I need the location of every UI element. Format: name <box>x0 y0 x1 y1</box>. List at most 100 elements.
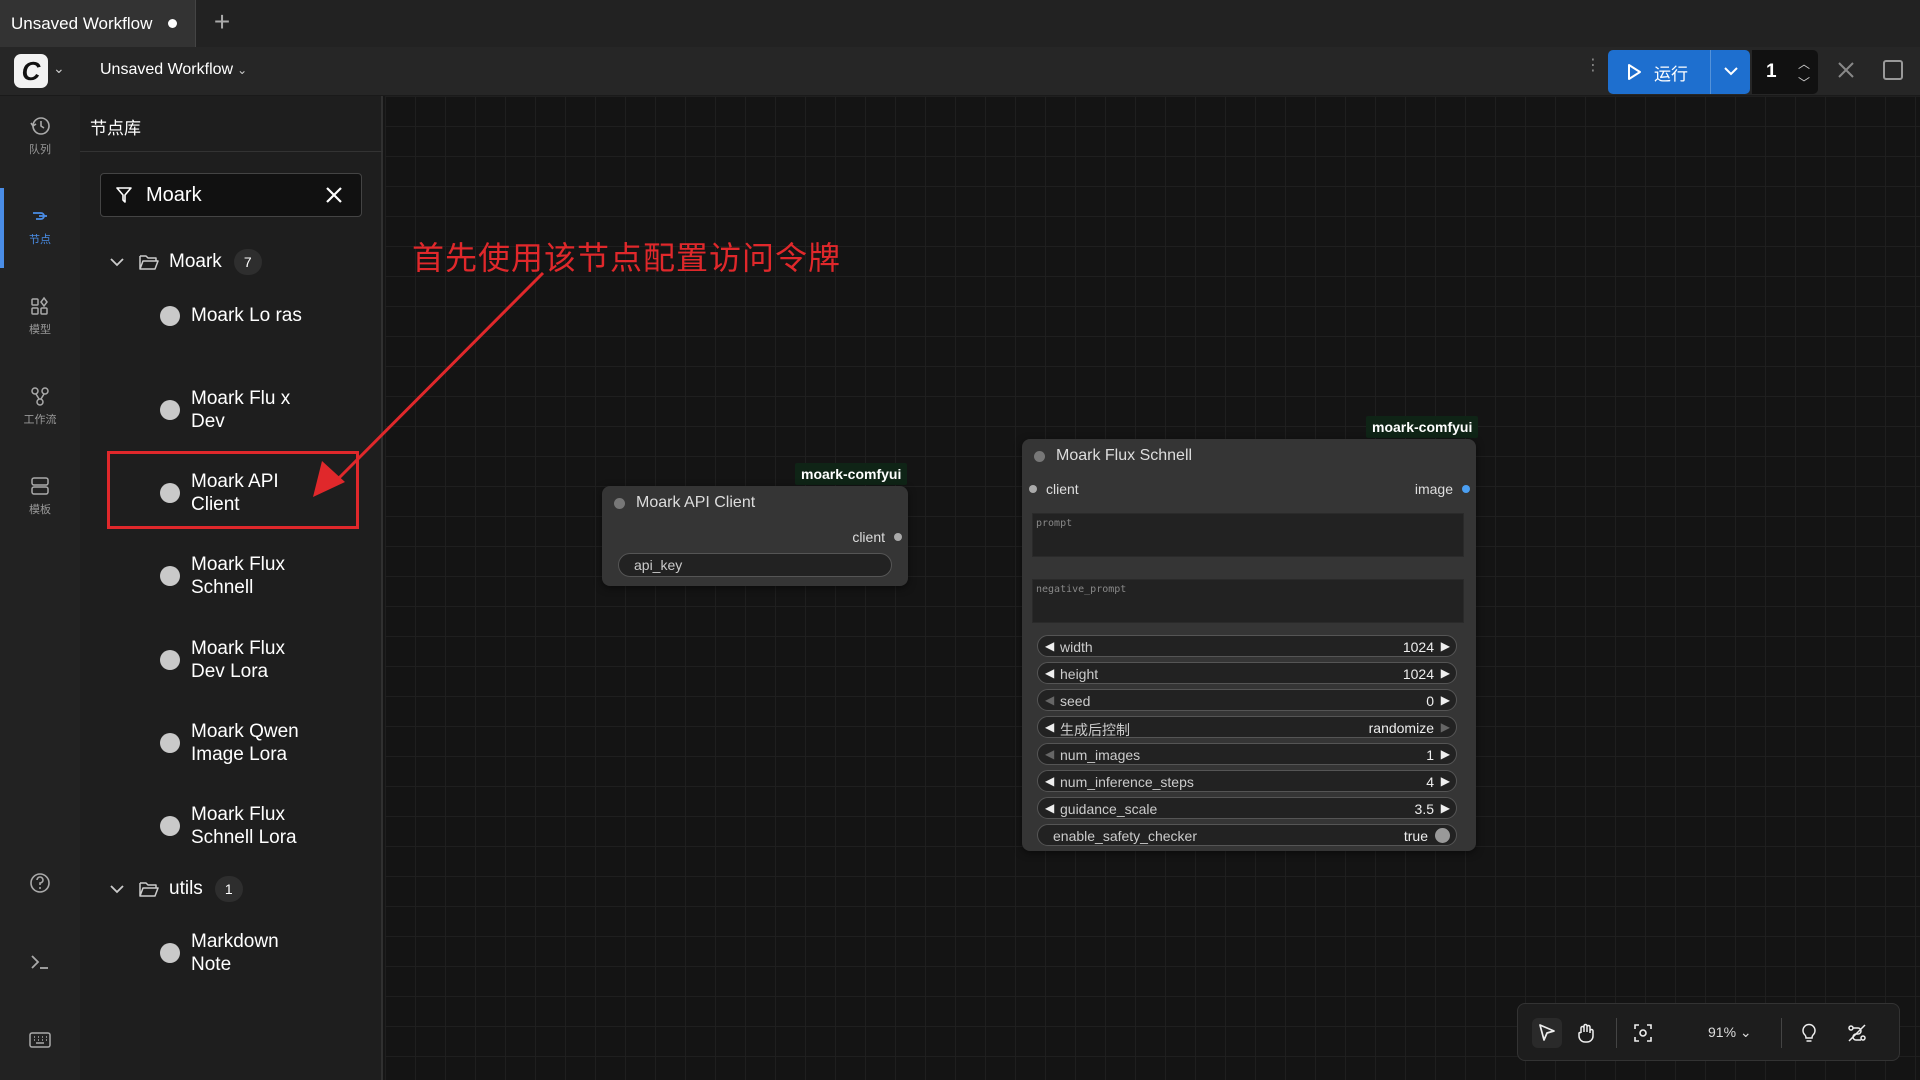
node-title: Moark Flux Schnell <box>1056 447 1193 464</box>
help-icon[interactable] <box>27 870 53 896</box>
node-item-moark-flux-schnell-lora[interactable]: Moark Flux Schnell Lora <box>160 803 360 849</box>
folder-moark[interactable]: Moark 7 <box>108 247 262 277</box>
output-socket-icon[interactable] <box>894 533 902 541</box>
close-icon[interactable] <box>1834 58 1858 82</box>
minimap-toggle-button[interactable] <box>1794 1018 1824 1048</box>
increment-arrow-icon[interactable]: ▶ <box>1441 801 1450 815</box>
decrement-arrow-icon[interactable]: ◀ <box>1045 666 1054 680</box>
fit-view-button[interactable] <box>1628 1018 1658 1048</box>
widget-num-images[interactable]: ◀ num_images 1 ▶ <box>1037 743 1457 765</box>
pan-mode-button[interactable] <box>1571 1018 1601 1048</box>
sidebar-item-queue[interactable]: 队列 <box>0 96 80 176</box>
node-item-markdown-note[interactable]: Markdown Note <box>160 930 360 976</box>
decrement-arrow-icon[interactable]: ◀ <box>1045 774 1054 788</box>
api-key-field[interactable]: api_key <box>618 553 892 577</box>
collapse-dot-icon[interactable] <box>614 497 625 509</box>
toolbar-divider <box>1781 1018 1782 1048</box>
input-socket-icon[interactable] <box>1029 485 1037 493</box>
widget-seed[interactable]: ◀ seed 0 ▶ <box>1037 689 1457 711</box>
node-search-box[interactable] <box>100 173 362 217</box>
toggle-links-button[interactable] <box>1842 1018 1872 1048</box>
widget-value: 1 <box>1426 747 1434 763</box>
zoom-dropdown[interactable]: 91% ⌄ <box>1708 1024 1752 1041</box>
filter-icon[interactable] <box>114 185 134 205</box>
sidebar-item-models[interactable]: 模型 <box>0 276 80 356</box>
prompt-textarea[interactable]: prompt <box>1032 513 1464 557</box>
widget-control-after-generate[interactable]: ◀ 生成后控制 randomize ▶ <box>1037 716 1457 738</box>
widget-height[interactable]: ◀ height 1024 ▶ <box>1037 662 1457 684</box>
collapse-dot-icon[interactable] <box>1034 450 1045 462</box>
sidebar-item-templates[interactable]: 模板 <box>0 456 80 536</box>
increment-arrow-icon[interactable]: ▶ <box>1441 666 1450 680</box>
increment-arrow-icon[interactable]: ▶ <box>1441 693 1450 707</box>
decrement-arrow-icon[interactable]: ◀ <box>1045 720 1054 734</box>
decrement-arrow-icon[interactable]: ◀ <box>1045 693 1054 707</box>
node-item-moark-loras[interactable]: Moark Lo ras <box>160 304 360 327</box>
increment-arrow-icon[interactable]: ▶ <box>1441 747 1450 761</box>
sidebar-item-nodes[interactable]: 节点 <box>0 186 80 266</box>
menu-chevron-down-icon[interactable]: ⌄ <box>53 60 65 77</box>
node-header[interactable]: Moark API Client <box>602 486 908 520</box>
node-dot-icon <box>160 816 180 836</box>
decrement-arrow-icon[interactable]: ◀ <box>1045 747 1054 761</box>
output-slot-client[interactable]: client <box>852 529 902 545</box>
widget-guidance-scale[interactable]: ◀ guidance_scale 3.5 ▶ <box>1037 797 1457 819</box>
increment-arrow-icon[interactable]: ▶ <box>1441 720 1450 734</box>
node-item-label: Moark Lo ras <box>191 305 302 326</box>
widget-name: width <box>1060 639 1093 655</box>
node-item-moark-flux-dev-lora[interactable]: Moark Flux Dev Lora <box>160 637 360 683</box>
increment-arrow-icon[interactable]: ▶ <box>1441 639 1450 653</box>
keyboard-icon[interactable] <box>27 1027 53 1053</box>
widget-name: 生成后控制 <box>1060 722 1130 738</box>
sidebar-rail: 队列 节点 模型 工作流 模板 <box>0 96 80 1080</box>
chevron-down-icon <box>110 885 124 894</box>
decrement-chevron-icon[interactable]: ﹀ <box>1796 74 1812 90</box>
node-dot-icon <box>160 943 180 963</box>
node-item-moark-flux-dev[interactable]: Moark Flu x Dev <box>160 387 360 433</box>
widget-num-inference-steps[interactable]: ◀ num_inference_steps 4 ▶ <box>1037 770 1457 792</box>
node-moark-api-client[interactable]: Moark API Client client api_key <box>602 486 908 586</box>
sidebar-item-workflows[interactable]: 工作流 <box>0 366 80 446</box>
chevron-down-icon <box>110 258 124 267</box>
comfy-logo-icon[interactable]: C <box>14 54 48 88</box>
increment-arrow-icon[interactable]: ▶ <box>1441 774 1450 788</box>
widget-name: enable_safety_checker <box>1053 828 1197 844</box>
node-header[interactable]: Moark Flux Schnell <box>1022 439 1476 473</box>
widget-width[interactable]: ◀ width 1024 ▶ <box>1037 635 1457 657</box>
toggle-panel-icon[interactable] <box>1883 60 1903 80</box>
node-item-moark-flux-schnell[interactable]: Moark Flux Schnell <box>160 553 360 599</box>
output-slot-image[interactable]: image <box>1415 481 1470 497</box>
batch-count-input[interactable]: 1 ︿ ﹀ <box>1752 50 1818 94</box>
input-slot-client[interactable]: client <box>1029 481 1079 497</box>
widget-name: num_inference_steps <box>1060 774 1194 790</box>
decrement-arrow-icon[interactable]: ◀ <box>1045 639 1054 653</box>
sidebar-label-nodes: 节点 <box>29 234 51 246</box>
node-item-moark-qwen-image-lora[interactable]: Moark Qwen Image Lora <box>160 720 360 766</box>
toolbar-divider <box>1616 1018 1617 1048</box>
decrement-arrow-icon[interactable]: ◀ <box>1045 801 1054 815</box>
node-moark-flux-schnell[interactable]: Moark Flux Schnell client image prompt n… <box>1022 439 1476 851</box>
workflow-title-menu[interactable]: Unsaved Workflow ⌄ <box>100 61 247 79</box>
toggle-knob-icon[interactable] <box>1435 828 1450 843</box>
run-options-chevron-icon[interactable] <box>1720 60 1742 82</box>
node-item-label: Markdown Note <box>191 931 279 975</box>
annotation-highlight-box <box>107 451 359 529</box>
unsaved-dot-icon <box>168 19 178 28</box>
output-socket-icon[interactable] <box>1462 485 1470 493</box>
node-search-input[interactable] <box>146 184 316 207</box>
clear-search-icon[interactable] <box>323 184 345 206</box>
run-button[interactable]: 运行 <box>1608 50 1750 94</box>
negative-prompt-textarea[interactable]: negative_prompt <box>1032 579 1464 623</box>
widget-enable-safety-checker[interactable]: enable_safety_checker true <box>1037 824 1457 846</box>
new-tab-button[interactable]: + <box>208 8 236 36</box>
tab-unsaved-workflow[interactable]: Unsaved Workflow <box>0 0 196 47</box>
terminal-icon[interactable] <box>27 949 53 975</box>
node-item-label: Moark Flux Schnell Lora <box>191 804 297 848</box>
select-mode-button[interactable] <box>1532 1018 1562 1048</box>
increment-chevron-icon[interactable]: ︿ <box>1796 55 1812 71</box>
folder-utils[interactable]: utils 1 <box>108 874 243 904</box>
tab-title: Unsaved Workflow <box>11 13 153 33</box>
panel-divider <box>80 151 383 152</box>
widget-value: 1024 <box>1402 666 1434 682</box>
drag-handle-icon[interactable]: ⋮⋮ <box>1585 58 1618 83</box>
